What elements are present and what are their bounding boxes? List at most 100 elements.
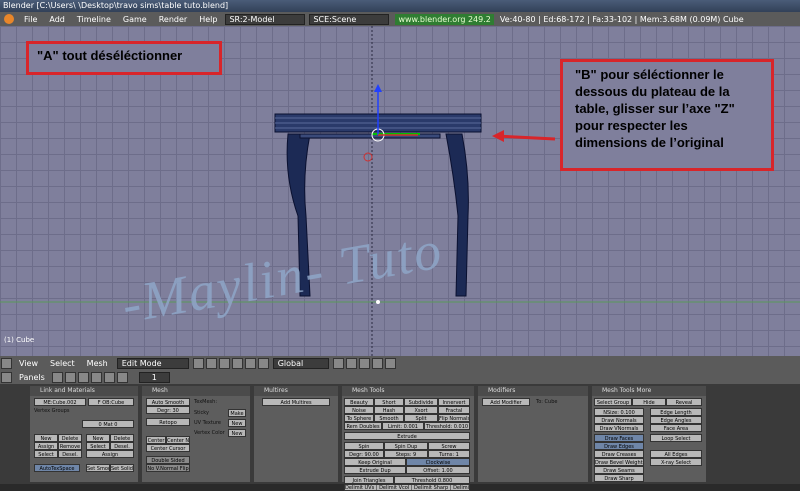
menu-game[interactable]: Game	[117, 15, 153, 24]
double-sided-toggle[interactable]: Double Sided	[146, 456, 190, 464]
draw-creases-toggle[interactable]: Draw Creases	[594, 450, 644, 458]
flip-normals-button[interactable]: Flip Normals	[438, 414, 470, 422]
fractal-button[interactable]: Fractal	[438, 406, 470, 414]
auto-smooth-degr[interactable]: Degr: 30	[146, 406, 190, 414]
no-vnormal-flip-toggle[interactable]: No V.Normal Flip	[146, 464, 190, 472]
rotate-icon[interactable]	[244, 357, 256, 369]
reveal-button[interactable]: Reveal	[666, 398, 702, 406]
draw-seams-toggle[interactable]: Draw Seams	[594, 466, 644, 474]
sticky-make-button[interactable]: Make	[228, 409, 246, 417]
3d-viewport[interactable]: "A" tout déséléctionner "B" pour sélécti…	[0, 26, 800, 356]
add-modifier-button[interactable]: Add Modifier	[482, 398, 530, 406]
degr-field[interactable]: Degr: 90.00	[344, 450, 384, 458]
mat-assign-button[interactable]: Assign	[86, 450, 134, 458]
center-cursor-button[interactable]: Center Cursor	[146, 444, 190, 452]
draw-faces-toggle[interactable]: Draw Faces	[594, 434, 644, 442]
innervert-button[interactable]: Innervert	[438, 398, 470, 406]
vcol-new-button[interactable]: New	[228, 429, 246, 437]
menu-mesh[interactable]: Mesh	[81, 359, 114, 368]
join-threshold-field[interactable]: Threshold 0.800	[394, 476, 470, 484]
vgroup-new-button[interactable]: New	[34, 434, 58, 442]
join-triangles-button[interactable]: Join Triangles	[344, 476, 394, 484]
vgroup-remove-button[interactable]: Remove	[58, 442, 82, 450]
noise-button[interactable]: Noise	[344, 406, 374, 414]
blender-logo-icon[interactable]	[4, 14, 14, 24]
limit-field[interactable]: Limit: 0.001	[382, 422, 424, 430]
scene-icon[interactable]	[116, 371, 128, 383]
logic-icon[interactable]	[51, 371, 63, 383]
set-smooth-button[interactable]: Set Smooth	[86, 464, 110, 472]
mesh-name-field[interactable]: ME:Cube.002	[34, 398, 86, 406]
menu-timeline[interactable]: Timeline	[71, 15, 117, 24]
mode-selector[interactable]: Edit Mode	[116, 357, 189, 369]
panels-menu[interactable]: Panels	[13, 373, 51, 382]
object-icon[interactable]	[90, 371, 102, 383]
draw-edges-toggle[interactable]: Draw Edges	[594, 442, 644, 450]
menu-view[interactable]: View	[13, 359, 44, 368]
retopo-toggle[interactable]: Retopo	[146, 418, 190, 426]
manipulator-hand-icon[interactable]	[218, 357, 230, 369]
draw-sharp-toggle[interactable]: Draw Sharp	[594, 474, 644, 482]
vertex-select-icon[interactable]	[332, 357, 344, 369]
menu-file[interactable]: File	[18, 15, 43, 24]
occlude-icon[interactable]	[371, 357, 383, 369]
menu-add[interactable]: Add	[43, 15, 71, 24]
nsize-field[interactable]: NSize: 0.100	[594, 408, 644, 416]
scene-selector[interactable]: SCE:Scene	[309, 13, 390, 25]
center-new-button[interactable]: Center New	[166, 436, 190, 444]
uv-new-button[interactable]: New	[228, 419, 246, 427]
menu-render[interactable]: Render	[153, 15, 193, 24]
autotexspace-toggle[interactable]: AutoTexSpace	[34, 464, 80, 472]
auto-smooth-toggle[interactable]: Auto Smooth	[146, 398, 190, 406]
steps-field[interactable]: Steps: 9	[384, 450, 428, 458]
face-area-toggle[interactable]: Face Area	[650, 424, 702, 432]
hash-button[interactable]: Hash	[374, 406, 404, 414]
mat-deselect-button[interactable]: Desel.	[110, 442, 134, 450]
scale-icon[interactable]	[257, 357, 269, 369]
draw-vnormals-toggle[interactable]: Draw VNormals	[594, 424, 644, 432]
short-toggle[interactable]: Short	[374, 398, 404, 406]
rem-doubles-button[interactable]: Rem Doubles	[344, 422, 382, 430]
offset-field[interactable]: Offset: 1.00	[406, 466, 470, 474]
hide-button[interactable]: Hide	[632, 398, 666, 406]
buttons-window-icon[interactable]	[1, 371, 12, 383]
center-button[interactable]: Center	[146, 436, 166, 444]
draw-type-icon[interactable]	[192, 357, 204, 369]
object-name-field[interactable]: F OB:Cube	[88, 398, 134, 406]
set-solid-button[interactable]: Set Solid	[110, 464, 134, 472]
material-index-field[interactable]: 0 Mat 0	[82, 420, 134, 428]
frame-field[interactable]: 1	[138, 371, 170, 383]
to-sphere-button[interactable]: To Sphere	[344, 414, 374, 422]
spin-dup-button[interactable]: Spin Dup	[384, 442, 428, 450]
view-type-icon[interactable]	[1, 357, 12, 369]
edge-select-icon[interactable]	[345, 357, 357, 369]
draw-normals-toggle[interactable]: Draw Normals	[594, 416, 644, 424]
threshold-field[interactable]: Threshold: 0.010	[424, 422, 470, 430]
add-multires-button[interactable]: Add Multires	[262, 398, 330, 406]
menu-select[interactable]: Select	[44, 359, 81, 368]
xsort-button[interactable]: Xsort	[404, 406, 438, 414]
select-group-button[interactable]: Select Group	[594, 398, 632, 406]
spin-button[interactable]: Spin	[344, 442, 384, 450]
vgroup-delete-button[interactable]: Delete	[58, 434, 82, 442]
edge-length-toggle[interactable]: Edge Length	[650, 408, 702, 416]
extrude-dup-button[interactable]: Extrude Dup	[344, 466, 406, 474]
loop-select-dropdown[interactable]: Loop Select	[650, 434, 702, 442]
beauty-toggle[interactable]: Beauty	[344, 398, 374, 406]
edge-angles-toggle[interactable]: Edge Angles	[650, 416, 702, 424]
delimit-toggles[interactable]: Delimit UVs | Delimit Vcol | Delimit Sha…	[344, 484, 470, 491]
script-icon[interactable]	[64, 371, 76, 383]
all-edges-toggle[interactable]: All Edges	[650, 450, 702, 458]
mat-new-button[interactable]: New	[86, 434, 110, 442]
editing-icon[interactable]	[103, 371, 115, 383]
translate-icon[interactable]	[231, 357, 243, 369]
xray-select-toggle[interactable]: X-ray Select	[650, 458, 702, 466]
split-button[interactable]: Split	[404, 414, 438, 422]
pivot-icon[interactable]	[205, 357, 217, 369]
extrude-button[interactable]: Extrude	[344, 432, 470, 440]
vgroup-assign-button[interactable]: Assign	[34, 442, 58, 450]
mat-select-button[interactable]: Select	[86, 442, 110, 450]
screw-button[interactable]: Screw	[428, 442, 470, 450]
clockwise-toggle[interactable]: Clockwise	[406, 458, 470, 466]
vgroup-select-button[interactable]: Select	[34, 450, 58, 458]
